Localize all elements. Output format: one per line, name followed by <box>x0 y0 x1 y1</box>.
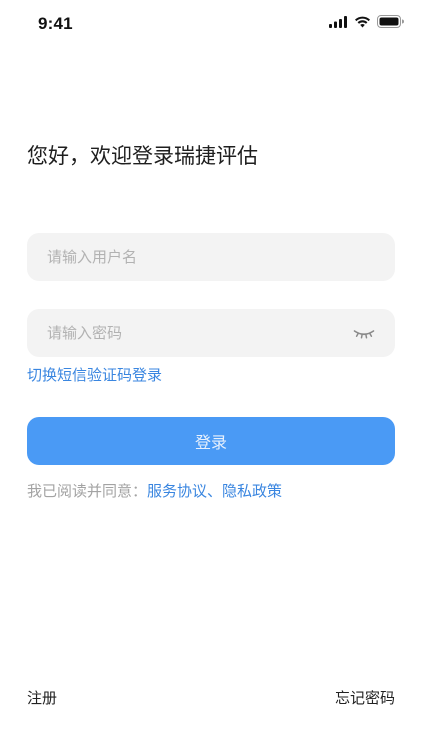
forgot-password-link[interactable]: 忘记密码 <box>335 687 395 708</box>
status-icons <box>329 15 404 28</box>
agreement-prefix: 我已阅读并同意： <box>27 482 148 500</box>
password-field[interactable] <box>27 309 395 357</box>
wifi-icon <box>354 16 371 28</box>
service-agreement-link[interactable]: 服务协议 <box>147 482 207 500</box>
status-bar: 9:41 <box>0 0 422 48</box>
login-button[interactable]: 登录 <box>27 417 395 465</box>
switch-sms-login-link[interactable]: 切换短信验证码登录 <box>27 364 162 385</box>
username-field[interactable] <box>27 233 395 281</box>
status-time: 9:41 <box>38 14 73 33</box>
eye-closed-icon[interactable] <box>353 326 375 340</box>
cellular-signal-icon <box>329 15 348 28</box>
privacy-policy-link[interactable]: 隐私政策 <box>222 482 282 500</box>
agreement-text: 我已阅读并同意：服务协议、隐私政策 <box>27 480 282 501</box>
agreement-separator: 、 <box>207 482 223 500</box>
battery-icon <box>377 15 404 28</box>
password-input[interactable] <box>47 309 347 357</box>
page-title: 您好，欢迎登录瑞捷评估 <box>27 144 258 168</box>
username-input[interactable] <box>47 233 347 281</box>
register-link[interactable]: 注册 <box>27 687 57 708</box>
